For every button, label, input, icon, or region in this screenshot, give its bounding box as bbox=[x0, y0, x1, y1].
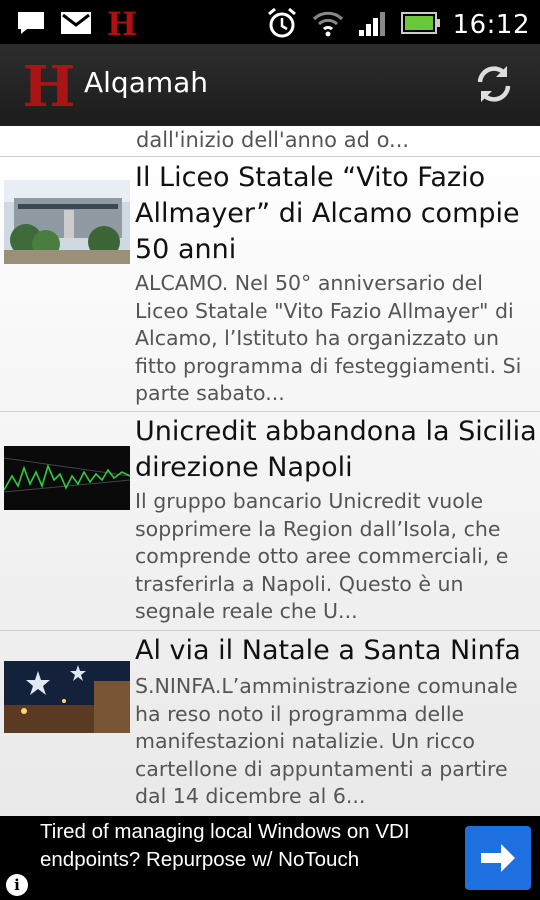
gmail-icon bbox=[60, 11, 92, 39]
ad-banner[interactable]: Tired of managing local Windows on VDI e… bbox=[0, 816, 540, 900]
list-item-partial[interactable]: dall'inizio dell'anno ad o... bbox=[0, 126, 540, 157]
list-item[interactable]: Il Liceo Statale “Vito Fazio Allmayer” d… bbox=[0, 157, 540, 412]
chat-icon bbox=[16, 10, 46, 40]
item-summary: ALCAMO. Nel 50° anniversario del Liceo S… bbox=[135, 271, 522, 405]
article-thumbnail bbox=[4, 180, 130, 264]
logo-letter: H bbox=[24, 58, 74, 112]
item-title: Il Liceo Statale “Vito Fazio Allmayer” d… bbox=[135, 162, 520, 265]
item-summary: S.NINFA.L’amministrazione comunale ha re… bbox=[135, 674, 518, 808]
list-item[interactable]: Unicredit abbandona la Sicilia direzione… bbox=[0, 412, 540, 631]
item-title: Unicredit abbandona la Sicilia direzione… bbox=[135, 416, 537, 483]
status-clock: 16:12 bbox=[452, 10, 530, 40]
wifi-icon bbox=[311, 8, 345, 42]
signal-icon bbox=[357, 8, 389, 42]
news-feed[interactable]: dall'inizio dell'anno ad o... Il Liceo S… bbox=[0, 126, 540, 816]
app-title: Alqamah bbox=[84, 66, 209, 99]
arrow-right-icon bbox=[481, 844, 515, 872]
app-logo[interactable]: H bbox=[23, 54, 76, 120]
item-summary: dall'inizio dell'anno ad o... bbox=[136, 128, 410, 152]
ad-text[interactable]: Tired of managing local Windows on VDI e… bbox=[40, 818, 460, 874]
article-thumbnail bbox=[4, 446, 130, 510]
refresh-icon[interactable] bbox=[472, 62, 516, 106]
item-title: Al via il Natale a Santa Ninfa bbox=[135, 635, 521, 666]
battery-icon bbox=[400, 11, 441, 39]
list-item[interactable]: Al via il Natale a Santa Ninfa S.NINFA.L… bbox=[0, 631, 540, 816]
article-thumbnail bbox=[4, 661, 130, 733]
status-bar: H 16:12 bbox=[0, 0, 540, 44]
svg-text:H: H bbox=[107, 8, 137, 38]
ad-arrow-button[interactable] bbox=[465, 826, 531, 890]
item-summary: Il gruppo bancario Unicredit vuole soppr… bbox=[135, 489, 509, 623]
info-icon[interactable]: i bbox=[6, 874, 28, 896]
alarm-icon bbox=[265, 6, 299, 44]
h-app-icon: H bbox=[106, 5, 138, 43]
app-bar: H Alqamah bbox=[0, 44, 540, 128]
